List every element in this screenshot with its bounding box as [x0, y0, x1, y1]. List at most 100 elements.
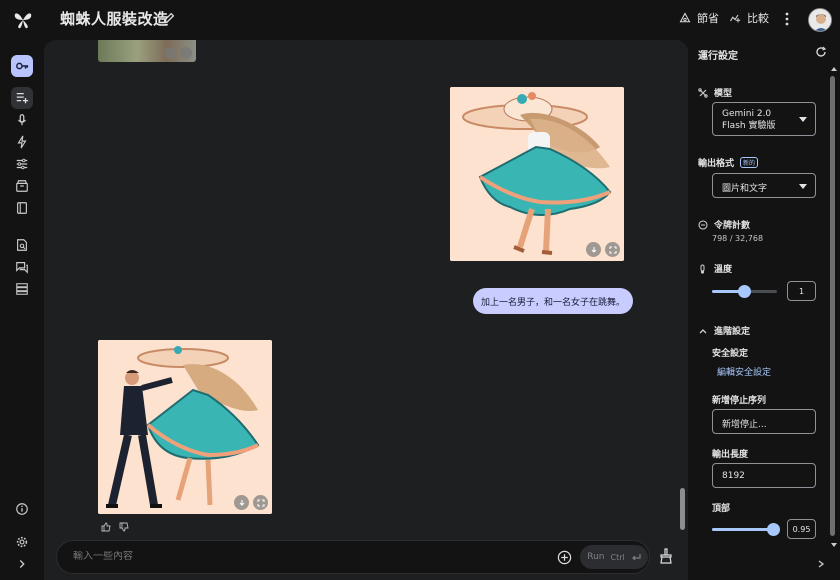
advanced-section-toggle[interactable]: 進階設定 — [698, 324, 750, 337]
rail-search-docs[interactable] — [11, 234, 33, 256]
save-icon — [679, 12, 691, 23]
save-button[interactable]: 節省 — [679, 10, 719, 26]
stop-sequence-input[interactable]: 新增停止... — [712, 409, 816, 434]
prompt-list-icon — [16, 92, 29, 104]
save-label: 節省 — [697, 12, 719, 25]
chevron-up-icon — [699, 328, 707, 333]
model-select-value: Gemini 2.0 Flash 實驗版 — [722, 109, 776, 131]
feedback-buttons — [101, 522, 129, 532]
temperature-slider-knob[interactable] — [738, 285, 751, 298]
thumbs-up-icon[interactable] — [101, 522, 111, 532]
fullscreen-icon[interactable] — [180, 47, 192, 59]
page-title: 蜘蛛人服裝改造 — [60, 10, 169, 28]
token-count-section: 令牌計數 — [698, 218, 750, 231]
safety-settings-label: 安全設定 — [712, 349, 749, 359]
run-button[interactable]: Run Ctrl — [580, 545, 648, 569]
compare-button[interactable]: 比較 — [729, 10, 769, 26]
prompt-input[interactable] — [73, 551, 513, 562]
generated-image-woman[interactable] — [450, 87, 624, 261]
temperature-slider[interactable] — [712, 285, 777, 298]
key-icon — [16, 62, 29, 70]
panel-scroll-up-arrow[interactable] — [831, 67, 837, 71]
rail-starter-apps[interactable] — [11, 131, 33, 153]
clear-chat-icon[interactable] — [658, 548, 674, 564]
rail-library[interactable] — [11, 175, 33, 197]
stop-sequence-placeholder: 新增停止... — [722, 420, 767, 430]
output-format-value: 圖片和文字 — [722, 184, 768, 194]
chat-scrollbar[interactable] — [680, 488, 685, 530]
chevron-right-icon — [19, 560, 25, 568]
top-p-slider-knob[interactable] — [767, 523, 781, 536]
rail-expand[interactable] — [11, 553, 33, 575]
temperature-label: 溫度 — [714, 265, 733, 275]
rail-docs[interactable] — [11, 197, 33, 219]
model-select[interactable]: Gemini 2.0 Flash 實驗版 — [712, 102, 816, 136]
couple-dancing-illustration — [98, 340, 272, 514]
panel-title: 運行設定 — [698, 51, 738, 62]
generated-image-couple[interactable] — [98, 340, 272, 514]
run-settings-panel: 運行設定 模型 Gemini 2.0 Flash 實驗版 輸出格式 新的 圖片和… — [692, 40, 840, 580]
token-icon — [698, 219, 708, 230]
panel-scrollbar[interactable] — [830, 76, 835, 536]
model-section: 模型 — [698, 86, 732, 99]
top-p-input[interactable]: 0.95 — [787, 519, 816, 539]
output-length-label: 輸出長度 — [712, 450, 749, 460]
edit-title-icon[interactable] — [162, 11, 176, 25]
edit-safety-settings-link[interactable]: 編輯安全設定 — [717, 365, 771, 378]
fullscreen-icon[interactable] — [253, 495, 268, 510]
top-p-slider-fill — [712, 528, 774, 531]
new-badge: 新的 — [740, 157, 759, 168]
enter-key-icon — [631, 554, 641, 561]
rail-chat[interactable] — [11, 256, 33, 278]
output-format-label: 輸出格式 — [698, 159, 735, 169]
rail-stream[interactable] — [11, 109, 33, 131]
inventory-icon — [16, 180, 28, 192]
prompt-composer: Run Ctrl — [56, 540, 650, 574]
dropdown-arrow-icon — [799, 183, 807, 189]
top-p-slider[interactable] — [712, 523, 781, 536]
advanced-label: 進階設定 — [714, 327, 751, 337]
ai-studio-logo-icon[interactable] — [12, 9, 34, 31]
thermometer-icon — [700, 264, 705, 274]
previous-image-thumbnail[interactable] — [98, 40, 196, 62]
compare-label: 比較 — [747, 12, 769, 25]
left-rail — [0, 40, 44, 580]
avatar-image — [809, 9, 831, 31]
download-icon[interactable] — [164, 47, 176, 59]
tune-icon — [16, 158, 28, 170]
woman-dancing-illustration — [450, 87, 624, 261]
thumbs-down-icon[interactable] — [119, 522, 129, 532]
microphone-icon — [18, 114, 26, 126]
bolt-icon — [17, 135, 27, 149]
compare-icon — [730, 14, 741, 23]
token-count-label: 令牌計數 — [714, 221, 751, 231]
rail-settings[interactable] — [11, 531, 33, 553]
image-actions — [586, 242, 620, 257]
user-avatar[interactable] — [808, 8, 832, 32]
rail-storage[interactable] — [11, 278, 33, 300]
reset-settings-icon[interactable] — [815, 46, 827, 58]
output-format-section: 輸出格式 新的 — [698, 156, 759, 169]
output-length-input[interactable]: 8192 — [712, 463, 816, 488]
rail-tune[interactable] — [11, 153, 33, 175]
temperature-section: 溫度 — [698, 262, 732, 275]
token-count-value: 798 / 32,768 — [712, 234, 764, 243]
download-icon[interactable] — [234, 495, 249, 510]
rail-create-prompt[interactable] — [11, 87, 33, 109]
document-search-icon — [17, 239, 27, 251]
panel-scroll-down-arrow[interactable] — [831, 543, 837, 547]
temperature-input[interactable]: 1 — [787, 281, 816, 301]
output-length-value: 8192 — [722, 471, 745, 481]
chat-icon — [16, 262, 28, 274]
collapse-panel-icon[interactable] — [816, 559, 826, 569]
fullscreen-icon[interactable] — [605, 242, 620, 257]
image-actions — [164, 47, 192, 59]
model-label: 模型 — [714, 89, 733, 99]
model-icon — [698, 87, 708, 98]
rail-info[interactable] — [11, 498, 33, 520]
get-api-key-button[interactable] — [11, 55, 33, 77]
output-format-select[interactable]: 圖片和文字 — [712, 173, 816, 198]
more-options-icon[interactable] — [782, 10, 792, 28]
download-icon[interactable] — [586, 242, 601, 257]
add-media-icon[interactable] — [557, 550, 572, 565]
